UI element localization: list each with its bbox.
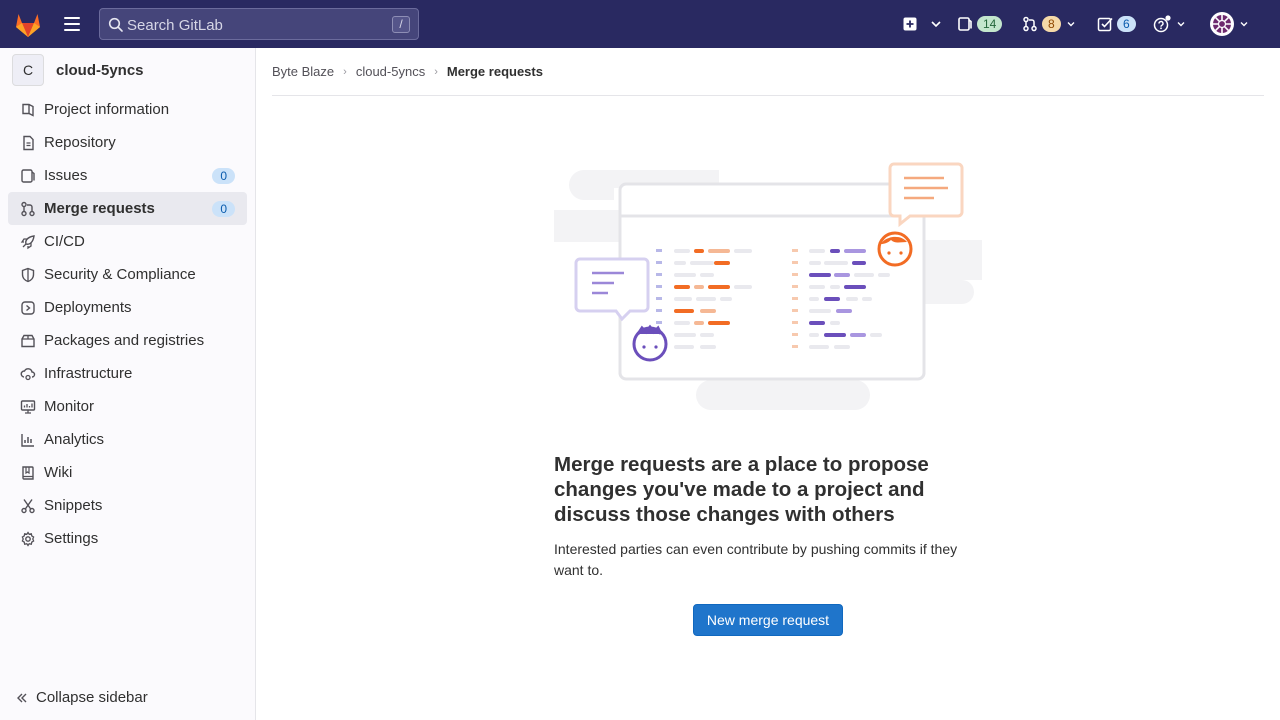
search-shortcut-key: / <box>392 16 410 33</box>
sidebar-item-label: Project information <box>44 101 170 118</box>
cloud-gear-icon <box>20 366 36 382</box>
double-chevron-left-icon <box>17 693 27 702</box>
chevron-right-icon: › <box>343 65 347 78</box>
package-icon <box>20 333 36 349</box>
breadcrumb: Byte Blaze › cloud-5yncs › Merge request… <box>272 64 543 79</box>
sidebar-item-label: Infrastructure <box>44 365 133 382</box>
sidebar-item-monitor[interactable]: Monitor <box>8 390 247 423</box>
sidebar-item-label: Analytics <box>44 431 105 448</box>
chevron-right-icon: › <box>434 65 438 78</box>
sidebar-item-issues[interactable]: Issues 0 <box>8 159 247 192</box>
issues-count-badge: 0 <box>212 168 235 184</box>
sidebar-nav: Project information Repository Issues 0 … <box>8 93 247 555</box>
gear-icon <box>20 530 36 547</box>
shield-icon <box>20 267 36 283</box>
project-name: cloud-5yncs <box>56 61 144 79</box>
menu-icon[interactable] <box>58 12 86 36</box>
sidebar-item-label: Deployments <box>44 299 132 316</box>
avatar <box>1210 12 1234 36</box>
breadcrumb-item-project[interactable]: cloud-5yncs <box>356 64 425 79</box>
merge-request-icon <box>20 201 36 217</box>
top-navbar: Search GitLab / 14 8 6 <box>0 0 1280 48</box>
sidebar-item-analytics[interactable]: Analytics <box>8 423 247 456</box>
sidebar-item-label: Settings <box>44 530 99 547</box>
sidebar-item-deployments[interactable]: Deployments <box>8 291 247 324</box>
rocket-icon <box>20 234 36 250</box>
todos-nav[interactable]: 6 <box>1097 12 1136 36</box>
merge-requests-count-badge: 0 <box>212 201 235 217</box>
chevron-down-icon <box>931 21 941 28</box>
empty-state-title: Merge requests are a place to propose ch… <box>554 453 929 526</box>
sidebar-item-label: Monitor <box>44 398 95 415</box>
sidebar-item-wiki[interactable]: Wiki <box>8 456 247 489</box>
sidebar-item-packages[interactable]: Packages and registries <box>8 324 247 357</box>
book-icon <box>20 465 36 481</box>
todo-check-icon <box>1097 17 1113 32</box>
deployments-icon <box>20 300 36 316</box>
todos-count-badge: 6 <box>1117 16 1136 32</box>
sidebar-item-label: Snippets <box>44 497 103 514</box>
sidebar-item-label: Merge requests <box>44 200 155 217</box>
help-icon <box>1153 15 1171 33</box>
help-dropdown[interactable] <box>1153 12 1187 36</box>
sidebar-item-cicd[interactable]: CI/CD <box>8 225 247 258</box>
chevron-down-icon <box>1067 22 1075 27</box>
project-avatar: C <box>12 54 44 86</box>
merge-request-icon <box>1023 16 1037 32</box>
new-merge-request-button[interactable]: New merge request <box>693 604 843 636</box>
merge-requests-nav[interactable]: 8 <box>1022 12 1077 36</box>
scissors-icon <box>20 498 36 514</box>
search-input[interactable]: Search GitLab / <box>99 8 419 40</box>
gitlab-logo-icon[interactable] <box>12 8 44 40</box>
breadcrumb-item-group[interactable]: Byte Blaze <box>272 64 334 79</box>
sidebar-item-label: Issues <box>44 167 88 184</box>
sidebar-item-infrastructure[interactable]: Infrastructure <box>8 357 247 390</box>
breadcrumb-item-current[interactable]: Merge requests <box>447 64 543 79</box>
sidebar-item-security[interactable]: Security & Compliance <box>8 258 247 291</box>
chart-icon <box>20 432 36 448</box>
user-menu[interactable] <box>1210 12 1250 36</box>
sidebar-item-merge-requests[interactable]: Merge requests 0 <box>8 192 247 225</box>
issues-count-badge: 14 <box>977 16 1003 32</box>
merge-requests-empty-illustration <box>554 160 984 412</box>
sidebar-item-repository[interactable]: Repository <box>8 126 247 159</box>
collapse-sidebar-label: Collapse sidebar <box>36 689 148 706</box>
plus-square-icon <box>903 17 917 31</box>
sidebar-item-settings[interactable]: Settings <box>8 522 247 555</box>
sidebar-item-project-information[interactable]: Project information <box>8 93 247 126</box>
sidebar-item-label: Repository <box>44 134 116 151</box>
collapse-sidebar-button[interactable]: Collapse sidebar <box>16 689 148 706</box>
chevron-down-icon <box>1177 22 1185 27</box>
issues-icon <box>958 17 972 31</box>
merge-requests-count-badge: 8 <box>1042 16 1061 32</box>
create-new-dropdown[interactable] <box>902 12 944 36</box>
issues-nav[interactable]: 14 <box>957 12 1003 36</box>
sidebar-item-label: Security & Compliance <box>44 266 196 283</box>
project-info-icon <box>20 102 36 118</box>
sidebar-item-snippets[interactable]: Snippets <box>8 489 247 522</box>
search-placeholder: Search GitLab <box>127 17 223 34</box>
sidebar-item-label: CI/CD <box>44 233 85 250</box>
breadcrumb-divider <box>272 95 1264 96</box>
sidebar-item-label: Packages and registries <box>44 332 205 349</box>
chevron-down-icon <box>1240 22 1248 27</box>
repository-icon <box>20 135 36 151</box>
issues-icon <box>20 168 36 184</box>
project-header-link[interactable]: C cloud-5yncs <box>12 54 144 86</box>
empty-state-description: Interested parties can even contribute b… <box>554 541 958 578</box>
project-sidebar: C cloud-5yncs Project information Reposi… <box>0 48 256 720</box>
monitor-icon <box>20 399 36 415</box>
sidebar-item-label: Wiki <box>44 464 73 481</box>
search-icon <box>108 17 123 32</box>
